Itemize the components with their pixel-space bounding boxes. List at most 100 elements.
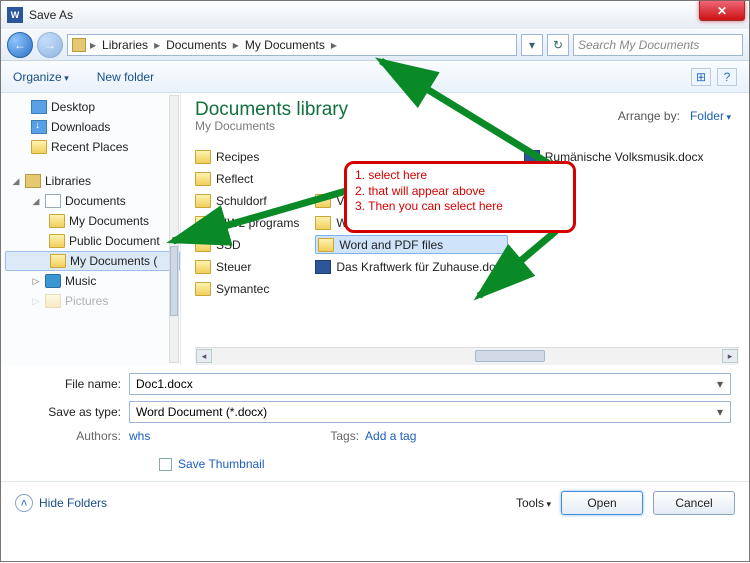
breadcrumb-documents[interactable]: Documents	[164, 38, 229, 52]
folder-item[interactable]: Symantec	[195, 279, 299, 298]
chevron-right-icon: ▸	[154, 38, 160, 52]
folder-item[interactable]: SIW2 programs	[195, 213, 299, 232]
folder-item[interactable]: Schuldorf	[195, 191, 299, 210]
tree-pictures[interactable]: ▷ Pictures	[5, 291, 180, 311]
document-item[interactable]: Das Kraftwerk für Zuhause.docx	[315, 257, 507, 276]
forward-button[interactable]: →	[37, 32, 63, 58]
scroll-thumb[interactable]	[170, 246, 178, 316]
view-icon: ⊞	[696, 70, 706, 84]
tree-recent-places[interactable]: Recent Places	[5, 137, 180, 157]
item-label: Reflect	[216, 172, 253, 186]
open-button[interactable]: Open	[561, 491, 643, 515]
new-folder-button[interactable]: New folder	[97, 70, 154, 84]
scroll-left-button[interactable]: ◂	[196, 349, 212, 363]
tree-label: Recent Places	[51, 140, 128, 154]
breadcrumb-libraries[interactable]: Libraries	[100, 38, 150, 52]
tree-downloads[interactable]: Downloads	[5, 117, 180, 137]
back-button[interactable]: ←	[7, 32, 33, 58]
close-icon: ✕	[717, 4, 727, 18]
button-label: Open	[587, 496, 616, 510]
word-app-icon: W	[7, 7, 23, 23]
chevron-down-icon: ▾	[529, 38, 535, 52]
nav-bar: ← → ▸ Libraries ▸ Documents ▸ My Documen…	[1, 29, 749, 61]
save-as-type-value: Word Document (*.docx)	[136, 405, 267, 419]
chevron-down-icon[interactable]: ▾	[712, 376, 728, 392]
documents-icon	[45, 194, 61, 208]
callout-line: 2. that will appear above	[355, 184, 565, 200]
breadcrumb-mydocuments[interactable]: My Documents	[243, 38, 327, 52]
tree-public-documents[interactable]: Public Document	[5, 231, 180, 251]
folder-item[interactable]: SSD	[195, 235, 299, 254]
tree-desktop[interactable]: Desktop	[5, 97, 180, 117]
save-as-type-select[interactable]: Word Document (*.docx) ▾	[129, 401, 731, 423]
tree-documents[interactable]: ◢ Documents	[5, 191, 180, 211]
organize-menu[interactable]: Organize	[13, 70, 69, 84]
help-button[interactable]: ?	[717, 68, 737, 86]
filename-input[interactable]: Doc1.docx ▾	[129, 373, 731, 395]
folder-icon	[50, 254, 66, 268]
save-thumbnail-checkbox[interactable]	[159, 458, 172, 471]
chevron-down-icon[interactable]: ▾	[712, 404, 728, 420]
folder-icon	[195, 216, 211, 230]
search-input[interactable]: Search My Documents	[573, 34, 743, 56]
chevron-right-icon: ▸	[233, 38, 239, 52]
breadcrumb-history-dropdown[interactable]: ▾	[521, 34, 543, 56]
hide-folders-button[interactable]: ˄ Hide Folders	[15, 494, 107, 512]
tree-my-documents[interactable]: My Documents	[5, 211, 180, 231]
filename-label: File name:	[19, 377, 129, 391]
tools-menu[interactable]: Tools	[516, 496, 551, 510]
music-icon	[45, 274, 61, 288]
chevron-right-icon: ▸	[331, 38, 337, 52]
tree-vertical-scrollbar[interactable]	[169, 95, 179, 363]
tree-label: Public Document	[69, 234, 160, 248]
tree-libraries[interactable]: ◢Libraries	[5, 171, 180, 191]
expander-open-icon[interactable]: ◢	[31, 196, 41, 207]
libraries-icon	[25, 174, 41, 188]
tags-value[interactable]: Add a tag	[365, 429, 416, 443]
close-button[interactable]: ✕	[699, 1, 745, 21]
save-as-type-label: Save as type:	[19, 405, 129, 419]
button-label: Cancel	[675, 496, 712, 510]
tree-label: Desktop	[51, 100, 95, 114]
folder-item[interactable]: Recipes	[195, 147, 299, 166]
tree-label: Documents	[65, 194, 126, 208]
folder-item[interactable]: Steuer	[195, 257, 299, 276]
help-icon: ?	[724, 70, 731, 84]
item-label: Das Kraftwerk für Zuhause.docx	[336, 260, 507, 274]
cancel-button[interactable]: Cancel	[653, 491, 735, 515]
tree-label: Pictures	[65, 294, 108, 308]
tree-label: Music	[65, 274, 96, 288]
tree-label: My Documents	[69, 214, 149, 228]
folder-icon	[195, 238, 211, 252]
refresh-button[interactable]: ↻	[547, 34, 569, 56]
arrange-by-dropdown[interactable]: Folder	[690, 109, 731, 123]
item-label: Word and PDF files	[339, 238, 443, 252]
forward-arrow-icon: →	[44, 38, 56, 52]
save-thumbnail-label[interactable]: Save Thumbnail	[178, 457, 265, 471]
scroll-thumb[interactable]	[475, 350, 545, 362]
scroll-right-button[interactable]: ▸	[722, 349, 738, 363]
folder-icon	[195, 282, 211, 296]
tree-my-documents-2[interactable]: My Documents (	[5, 251, 180, 271]
tree-label: My Documents (	[70, 254, 157, 268]
expander-closed-icon[interactable]: ▷	[31, 296, 41, 307]
tree-music[interactable]: ▷ Music	[5, 271, 180, 291]
horizontal-scrollbar[interactable]: ◂ ▸	[195, 347, 739, 365]
authors-label: Authors:	[19, 429, 129, 443]
navigation-tree[interactable]: Desktop Downloads Recent Places ◢Librari…	[1, 93, 181, 365]
filename-value: Doc1.docx	[136, 377, 193, 391]
expander-open-icon[interactable]: ◢	[11, 176, 21, 187]
authors-value[interactable]: whs	[129, 429, 150, 443]
folder-item[interactable]: Reflect	[195, 169, 299, 188]
expander-closed-icon[interactable]: ▷	[31, 276, 41, 287]
arrange-label: Arrange by:	[618, 109, 680, 123]
breadcrumb-bar[interactable]: ▸ Libraries ▸ Documents ▸ My Documents ▸	[67, 34, 517, 56]
back-arrow-icon: ←	[14, 38, 26, 52]
folder-icon	[195, 260, 211, 274]
view-options-button[interactable]: ⊞	[691, 68, 711, 86]
item-label: Schuldorf	[216, 194, 267, 208]
folder-item-selected[interactable]: Word and PDF files	[315, 235, 507, 254]
recent-places-icon	[31, 140, 47, 154]
folder-icon	[195, 194, 211, 208]
item-label: Steuer	[216, 260, 251, 274]
